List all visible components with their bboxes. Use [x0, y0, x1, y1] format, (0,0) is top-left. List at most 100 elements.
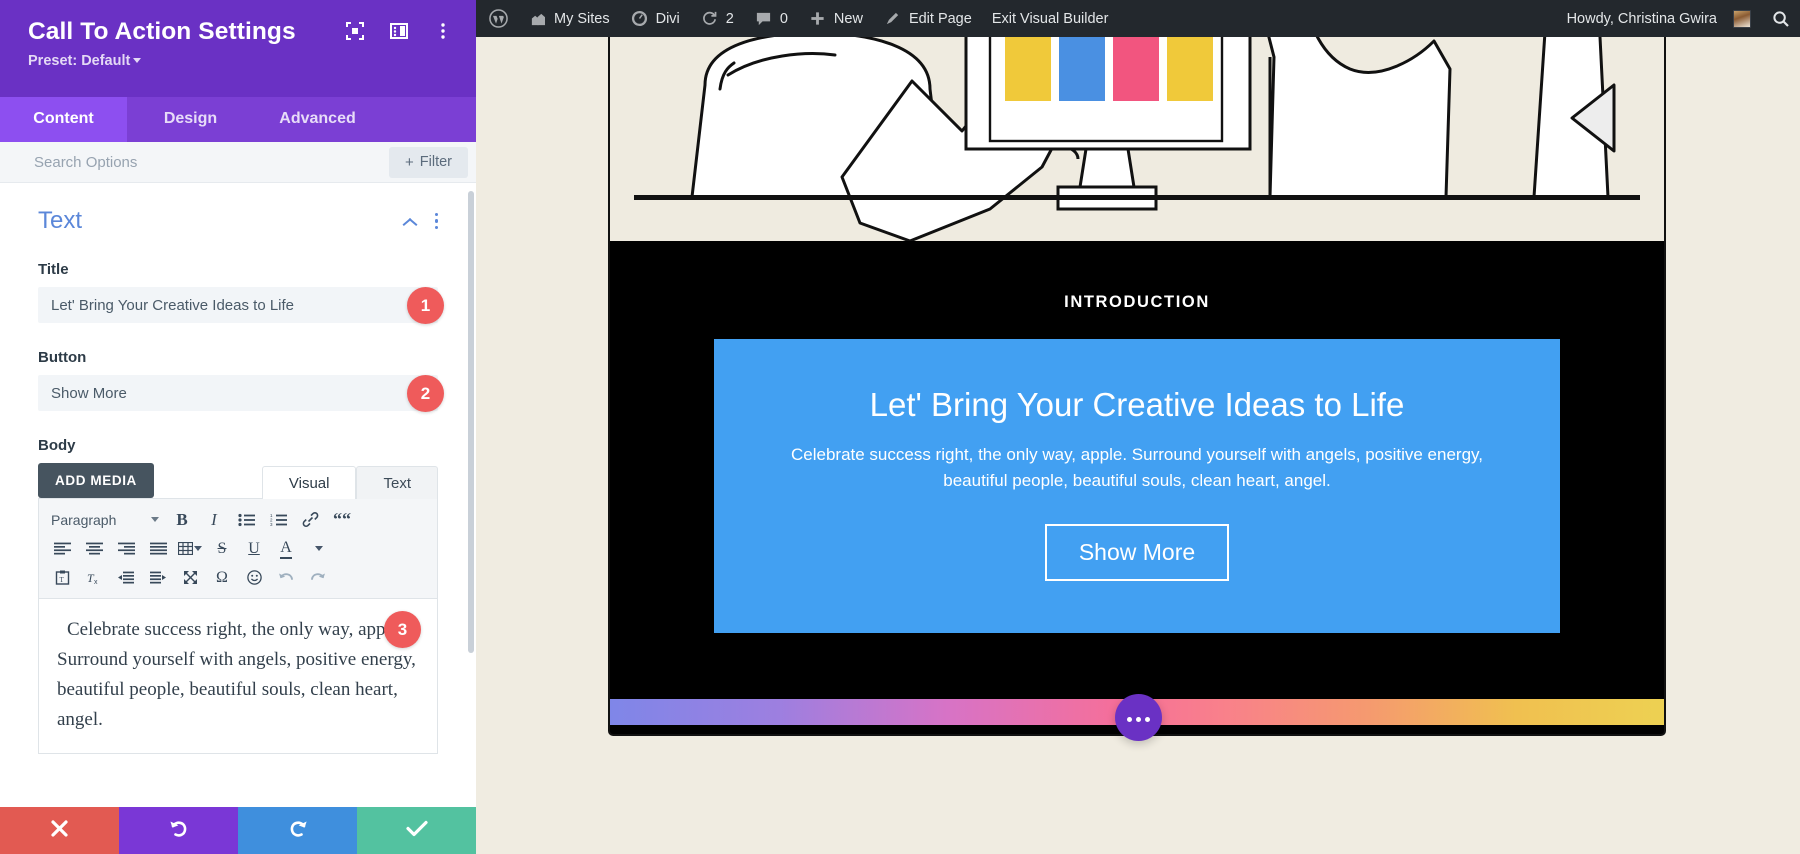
- fullscreen-icon[interactable]: [175, 564, 205, 591]
- builder-fab-button[interactable]: [1115, 694, 1162, 741]
- cancel-button[interactable]: [0, 807, 119, 854]
- chevron-down-icon: [151, 517, 159, 522]
- underline-icon[interactable]: U: [239, 535, 269, 562]
- plus-icon: +: [405, 154, 414, 171]
- svg-text:T: T: [59, 576, 64, 584]
- align-right-icon[interactable]: [111, 535, 141, 562]
- admin-bar-item-edit-page[interactable]: Edit Page: [873, 0, 982, 37]
- wordpress-logo-button[interactable]: [476, 0, 518, 37]
- italic-icon[interactable]: I: [199, 506, 229, 533]
- search-row: + Filter: [0, 142, 476, 183]
- hero-illustration: [610, 37, 1664, 241]
- undo-button[interactable]: [119, 807, 238, 854]
- preset-label: Preset: Default: [28, 53, 130, 69]
- cta-module[interactable]: Let' Bring Your Creative Ideas to Life C…: [714, 339, 1560, 633]
- scrollbar-thumb[interactable]: [468, 191, 474, 653]
- admin-bar-item-new[interactable]: New: [798, 0, 873, 37]
- cta-body: Celebrate success right, the only way, a…: [774, 442, 1500, 495]
- body-editor-content: Celebrate success right, the only way, a…: [57, 615, 419, 735]
- outdent-icon[interactable]: [111, 564, 141, 591]
- admin-bar-item-divi[interactable]: Divi: [620, 0, 690, 37]
- field-button: Button 2: [38, 349, 438, 411]
- tab-design[interactable]: Design: [127, 97, 254, 142]
- filter-label: Filter: [420, 154, 452, 170]
- svg-text:x: x: [94, 579, 98, 585]
- preset-selector[interactable]: Preset: Default: [28, 53, 452, 69]
- divi-icon: [630, 9, 649, 28]
- paste-as-text-icon[interactable]: T: [47, 564, 77, 591]
- save-button[interactable]: [357, 807, 476, 854]
- undo-icon[interactable]: [271, 564, 301, 591]
- bulleted-list-icon[interactable]: [231, 506, 261, 533]
- comments-icon: [754, 9, 773, 28]
- wordpress-logo-icon: [489, 9, 508, 28]
- align-left-icon[interactable]: [47, 535, 77, 562]
- admin-bar-label: New: [834, 11, 863, 27]
- tab-visual[interactable]: Visual: [262, 466, 357, 499]
- clear-formatting-icon[interactable]: Tx: [79, 564, 109, 591]
- special-character-icon[interactable]: Ω: [207, 564, 237, 591]
- focus-target-icon[interactable]: [344, 20, 366, 42]
- svg-text:3: 3: [270, 522, 273, 527]
- title-input[interactable]: [38, 287, 438, 323]
- tab-advanced[interactable]: Advanced: [254, 97, 381, 142]
- howdy-label: Howdy, Christina Gwira: [1567, 11, 1717, 27]
- tab-text[interactable]: Text: [356, 466, 438, 499]
- toolbar-row-2: S U A: [47, 534, 429, 563]
- numbered-list-icon[interactable]: 123: [263, 506, 293, 533]
- admin-bar-item-updates[interactable]: 2: [690, 0, 744, 37]
- admin-bar-item-exit-visual-builder[interactable]: Exit Visual Builder: [982, 0, 1119, 37]
- chevron-down-icon: [194, 546, 202, 551]
- filter-button[interactable]: + Filter: [389, 147, 468, 178]
- text-color-dropdown[interactable]: [303, 535, 333, 562]
- strikethrough-icon[interactable]: S: [207, 535, 237, 562]
- undo-icon: [168, 818, 190, 844]
- cta-show-more-button[interactable]: Show More: [1045, 524, 1229, 581]
- button-text-input[interactable]: [38, 375, 438, 411]
- blockquote-icon[interactable]: ““: [327, 506, 357, 533]
- admin-bar-search-button[interactable]: [1761, 9, 1800, 28]
- panel-scrollbar[interactable]: [468, 183, 474, 807]
- updates-icon: [700, 9, 719, 28]
- bold-icon[interactable]: B: [167, 506, 197, 533]
- search-input[interactable]: [0, 142, 389, 182]
- admin-bar-label: Divi: [656, 11, 680, 27]
- admin-bar-item-my-sites[interactable]: My Sites: [518, 0, 620, 37]
- format-select[interactable]: Paragraph: [47, 507, 165, 533]
- settings-tabs: Content Design Advanced: [0, 97, 476, 142]
- chevron-up-icon[interactable]: [402, 217, 417, 226]
- settings-footer-actions: [0, 807, 476, 854]
- module-settings-panel: Call To Action Settings Preset: Default: [0, 0, 476, 854]
- redo-button[interactable]: [238, 807, 357, 854]
- indent-icon[interactable]: [143, 564, 173, 591]
- pencil-icon: [883, 9, 902, 28]
- chevron-down-icon: [315, 546, 323, 551]
- align-justify-icon[interactable]: [143, 535, 173, 562]
- avatar: [1733, 10, 1751, 28]
- tab-content[interactable]: Content: [0, 97, 127, 142]
- search-icon: [1771, 9, 1790, 28]
- editor-top-bar: ADD MEDIA Visual Text: [38, 463, 438, 498]
- ellipsis-icon: [1125, 709, 1152, 727]
- step-badge-3: 3: [384, 611, 421, 648]
- emoji-icon[interactable]: [239, 564, 269, 591]
- more-vertical-icon[interactable]: [432, 20, 454, 42]
- layout-panel-icon[interactable]: [388, 20, 410, 42]
- body-rich-text-editor[interactable]: Celebrate success right, the only way, a…: [38, 599, 438, 754]
- add-media-button[interactable]: ADD MEDIA: [38, 463, 154, 498]
- admin-bar-label: Exit Visual Builder: [992, 11, 1109, 27]
- table-icon[interactable]: [175, 535, 205, 562]
- admin-bar-account[interactable]: Howdy, Christina Gwira: [1554, 10, 1761, 28]
- field-label-body: Body: [38, 437, 438, 454]
- redo-icon[interactable]: [303, 564, 333, 591]
- redo-icon: [287, 818, 309, 844]
- field-label-title: Title: [38, 261, 438, 278]
- editor-mode-tabs: Visual Text: [262, 465, 438, 498]
- link-icon[interactable]: [295, 506, 325, 533]
- admin-bar-item-comments[interactable]: 0: [744, 0, 798, 37]
- align-center-icon[interactable]: [79, 535, 109, 562]
- admin-bar-right: Howdy, Christina Gwira: [1554, 9, 1800, 28]
- cta-title: Let' Bring Your Creative Ideas to Life: [774, 385, 1500, 425]
- text-color-icon[interactable]: A: [271, 535, 301, 562]
- more-vertical-icon[interactable]: [435, 213, 439, 230]
